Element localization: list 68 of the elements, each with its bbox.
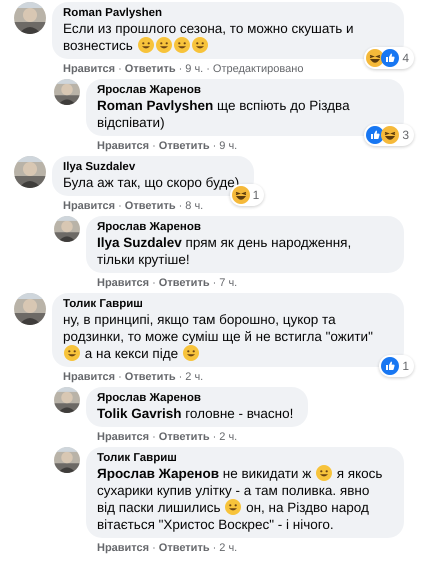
reply-link[interactable]: Ответить: [158, 139, 210, 153]
like-link[interactable]: Нравится: [63, 199, 116, 213]
reaction-count: 1: [402, 358, 409, 375]
separator: ·: [152, 430, 156, 444]
reply-link[interactable]: Ответить: [158, 541, 210, 555]
reaction-badge[interactable]: 1: [379, 355, 414, 377]
separator: ·: [152, 276, 156, 290]
separator: ·: [118, 370, 122, 384]
author-name[interactable]: Ярослав Жаренов: [97, 83, 393, 97]
like-link[interactable]: Нравится: [63, 62, 116, 76]
reaction-badge[interactable]: 4: [364, 47, 414, 69]
reaction-count: 1: [252, 187, 260, 204]
emoji-icon: [64, 345, 80, 361]
separator: ·: [118, 62, 122, 76]
emoji-icon: [192, 37, 208, 53]
edited-label: Отредактировано: [212, 62, 304, 76]
author-name[interactable]: Толик Гавриш: [97, 451, 393, 465]
author-name[interactable]: Ilya Suzdalev: [63, 160, 244, 174]
timestamp[interactable]: 9 ч.: [219, 139, 238, 153]
reaction-count: 3: [402, 127, 409, 144]
comment-text: Roman Pavlyshen ще вспіють до Різдва відспівати): [97, 97, 351, 131]
comment-text: ну, в принципі, якщо там борошно, цукор та родзинки, то може суміш ще й не встигла "ожити" а на кекси піде: [63, 311, 374, 362]
author-name[interactable]: Толик Гавриш: [63, 297, 393, 311]
reply-link[interactable]: Ответить: [158, 430, 210, 444]
reaction-count: 4: [402, 50, 409, 67]
separator: ·: [212, 430, 216, 444]
thumbs-up-icon: [381, 49, 400, 67]
reply-link[interactable]: Ответить: [124, 370, 176, 384]
timestamp[interactable]: 9 ч.: [185, 62, 204, 76]
timestamp[interactable]: 8 ч.: [185, 199, 204, 213]
emoji-icon: [316, 465, 332, 481]
emoji-icon: [138, 37, 154, 53]
separator: ·: [178, 199, 182, 213]
laughing-face-icon: [381, 126, 400, 144]
timestamp[interactable]: 2 ч.: [185, 370, 204, 384]
emoji-icon: [174, 37, 190, 53]
reply-link[interactable]: Ответить: [124, 62, 176, 76]
comment-text: Ярослав Жаренов не викидати ж я якось сухарики купив улітку - а там поливка. явно від паски лишились он, на Різдво народ вітається "Христос Воскрес" - і нічого.: [97, 465, 384, 533]
separator: ·: [178, 62, 182, 76]
separator: ·: [118, 199, 122, 213]
author-name[interactable]: Ярослав Жаренов: [97, 391, 298, 405]
separator: ·: [152, 139, 156, 153]
like-link[interactable]: Нравится: [97, 276, 150, 290]
separator: ·: [212, 276, 216, 290]
reply-link[interactable]: Ответить: [124, 199, 176, 213]
author-name[interactable]: Ярослав Жаренов: [97, 220, 393, 234]
timestamp[interactable]: 2 ч.: [219, 430, 238, 444]
separator: ·: [152, 541, 156, 555]
thumbs-up-icon: [381, 357, 400, 375]
emoji-icon: [182, 345, 199, 361]
separator: ·: [178, 370, 182, 384]
separator: ·: [212, 541, 216, 555]
reply-link[interactable]: Ответить: [158, 276, 210, 290]
separator: ·: [212, 139, 216, 153]
comment-text: Tolik Gavrish головне - вчасно!: [97, 405, 294, 422]
like-link[interactable]: Нравится: [97, 541, 150, 555]
emoji-icon: [156, 37, 172, 53]
like-link[interactable]: Нравится: [63, 370, 116, 384]
like-link[interactable]: Нравится: [97, 139, 150, 153]
separator: ·: [206, 62, 210, 76]
timestamp[interactable]: 7 ч.: [219, 276, 238, 290]
emoji-icon: [225, 499, 242, 515]
reaction-badge[interactable]: 3: [364, 124, 414, 146]
comment-text: Ilya Suzdalev прям як день народження, тільки крутіше!: [97, 234, 352, 268]
timestamp[interactable]: 2 ч.: [219, 541, 238, 555]
comment-text: Если из прошлого сезона, то можно скушать и вознестись: [63, 20, 355, 54]
author-name[interactable]: Roman Pavlyshen: [63, 6, 393, 20]
like-link[interactable]: Нравится: [97, 430, 150, 444]
